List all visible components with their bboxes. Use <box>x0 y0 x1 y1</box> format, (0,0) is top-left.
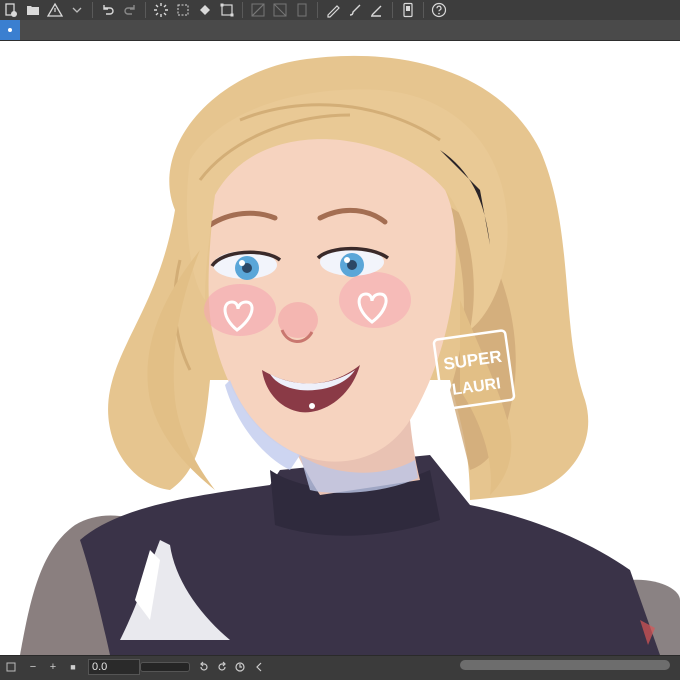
separator <box>392 2 393 18</box>
pen-check-button[interactable] <box>323 1 343 19</box>
open-folder-icon <box>27 6 39 15</box>
drawing-canvas[interactable]: SUPER LAURI <box>0 41 680 655</box>
eye-shine-right <box>344 257 350 263</box>
separator <box>145 2 146 18</box>
fill-button[interactable] <box>195 1 215 19</box>
zoom-slider[interactable] <box>140 662 190 672</box>
zoom-value-field[interactable]: 0.0 <box>88 659 140 675</box>
reset-rotation-icon <box>235 662 245 672</box>
chin-dot <box>309 403 315 409</box>
separator <box>423 2 424 18</box>
chevron-down-icon <box>72 7 82 13</box>
collapse-button[interactable] <box>252 660 266 674</box>
new-canvas-icon <box>5 3 17 17</box>
pencil-icon <box>371 5 382 17</box>
fill-icon <box>200 5 210 15</box>
new-canvas-button[interactable] <box>1 1 21 19</box>
document-tab[interactable] <box>0 20 20 40</box>
selection-icon <box>177 4 189 16</box>
help-icon <box>431 2 447 18</box>
undo-icon <box>103 5 114 15</box>
horizontal-scrollbar[interactable] <box>460 660 670 670</box>
rotate-right-icon <box>218 661 226 671</box>
grid-button[interactable] <box>248 1 268 19</box>
help-button[interactable] <box>429 1 449 19</box>
zoom-out-button[interactable]: − <box>24 660 42 674</box>
rotate-right-button[interactable] <box>214 660 230 674</box>
zoom-in-button[interactable]: + <box>44 660 62 674</box>
undo-button[interactable] <box>98 1 118 19</box>
selection-button[interactable] <box>173 1 193 19</box>
spinner-icon <box>154 3 168 17</box>
ruler-button[interactable] <box>270 1 290 19</box>
document-tab-bar <box>0 20 680 41</box>
panel-toggle[interactable] <box>0 660 22 674</box>
device-button[interactable] <box>398 1 418 19</box>
layer-button[interactable] <box>292 1 312 19</box>
transform-button[interactable] <box>217 1 237 19</box>
rotate-left-button[interactable] <box>196 660 212 674</box>
eye-shine-left <box>239 260 245 266</box>
warning-icon <box>47 2 63 17</box>
layer-icon <box>297 3 307 17</box>
redo-button[interactable] <box>120 1 140 19</box>
warning-button[interactable] <box>45 1 65 19</box>
transform-icon <box>220 3 234 17</box>
rotate-left-icon <box>200 661 208 671</box>
panel-toggle-icon <box>6 662 16 672</box>
brush-icon <box>349 4 361 16</box>
tab-indicator-icon <box>8 28 12 32</box>
portrait-artwork: SUPER LAURI <box>20 55 680 655</box>
command-bar <box>0 0 680 21</box>
separator <box>92 2 93 18</box>
separator <box>317 2 318 18</box>
brush-button[interactable] <box>345 1 365 19</box>
grid-icon <box>251 3 265 17</box>
reset-rotation-button[interactable] <box>232 660 248 674</box>
pen-check-icon <box>327 5 340 18</box>
device-icon <box>403 2 413 18</box>
dropdown-button[interactable] <box>67 1 87 19</box>
chevron-left-icon <box>256 662 262 672</box>
ruler-icon <box>273 3 287 17</box>
stop-button[interactable]: ■ <box>64 660 82 674</box>
navigator-bar: − + ■ 0.0 <box>0 655 680 680</box>
clip-studio-window: SUPER LAURI − + ■ 0.0 <box>0 0 680 680</box>
spinner-button[interactable] <box>151 1 171 19</box>
redo-icon <box>124 5 135 15</box>
pencil-button[interactable] <box>367 1 387 19</box>
open-button[interactable] <box>23 1 43 19</box>
separator <box>242 2 243 18</box>
